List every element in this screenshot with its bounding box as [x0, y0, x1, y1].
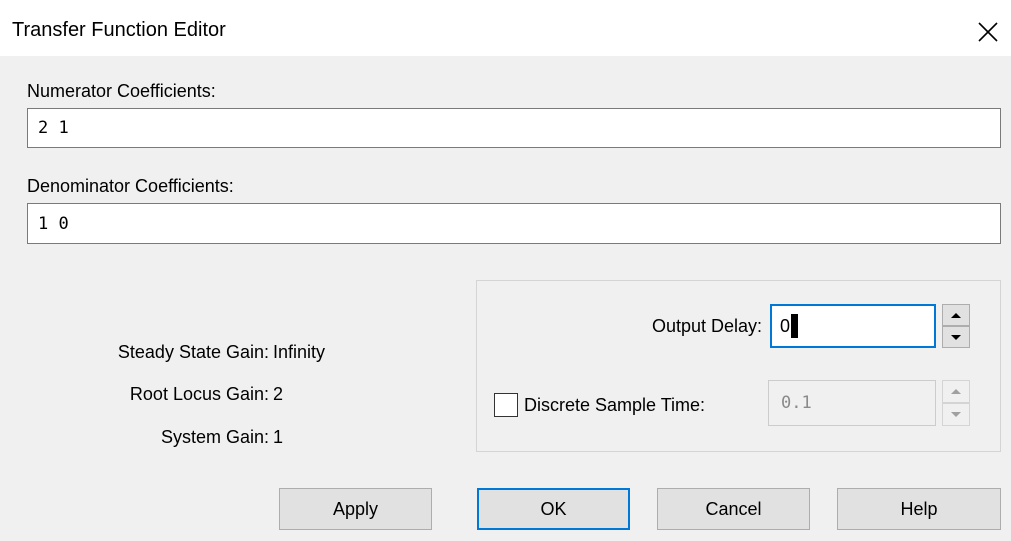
discrete-sample-time-spin-up [942, 380, 970, 403]
discrete-sample-time-checkbox[interactable] [494, 393, 518, 417]
cancel-button[interactable]: Cancel [657, 488, 810, 530]
title-bar: Transfer Function Editor [0, 0, 1011, 56]
help-button[interactable]: Help [837, 488, 1001, 530]
discrete-sample-time-spin-down [942, 403, 970, 426]
discrete-sample-time-label: Discrete Sample Time: [524, 395, 706, 415]
discrete-sample-time-spinner [942, 380, 970, 426]
output-delay-value: 0 [780, 315, 791, 336]
system-gain-label: System Gain: [160, 427, 269, 447]
numerator-label: Numerator Coefficients: [27, 81, 216, 101]
output-delay-spinner [942, 304, 970, 348]
discrete-sample-time-value: 0.1 [781, 393, 812, 413]
output-delay-label: Output Delay: [651, 316, 762, 336]
steady-state-gain-value: Infinity [273, 342, 326, 362]
chevron-down-icon [951, 412, 961, 417]
close-icon [978, 22, 998, 42]
chevron-up-icon [951, 389, 961, 394]
apply-button[interactable]: Apply [279, 488, 432, 530]
denominator-value: 1 0 [38, 213, 69, 234]
output-delay-spin-up[interactable] [942, 304, 970, 326]
system-gain-value: 1 [273, 427, 284, 447]
chevron-up-icon [951, 312, 961, 318]
denominator-label: Denominator Coefficients: [27, 176, 234, 196]
window-title: Transfer Function Editor [12, 19, 226, 41]
transfer-function-editor-dialog: Transfer Function Editor Numerator Coeff… [0, 0, 1011, 541]
output-delay-input[interactable]: 0 [770, 304, 936, 348]
root-locus-gain-value: 2 [273, 384, 284, 404]
ok-button[interactable]: OK [477, 488, 630, 530]
discrete-sample-time-input: 0.1 [768, 380, 936, 426]
denominator-input[interactable]: 1 0 [27, 203, 1001, 244]
output-delay-spin-down[interactable] [942, 326, 970, 348]
text-caret [791, 314, 799, 338]
close-button[interactable] [968, 12, 1008, 52]
chevron-down-icon [951, 334, 961, 340]
root-locus-gain-label: Root Locus Gain: [129, 384, 269, 404]
numerator-value: 2 1 [38, 118, 69, 138]
steady-state-gain-label: Steady State Gain: [117, 342, 269, 362]
numerator-input[interactable]: 2 1 [27, 108, 1001, 148]
